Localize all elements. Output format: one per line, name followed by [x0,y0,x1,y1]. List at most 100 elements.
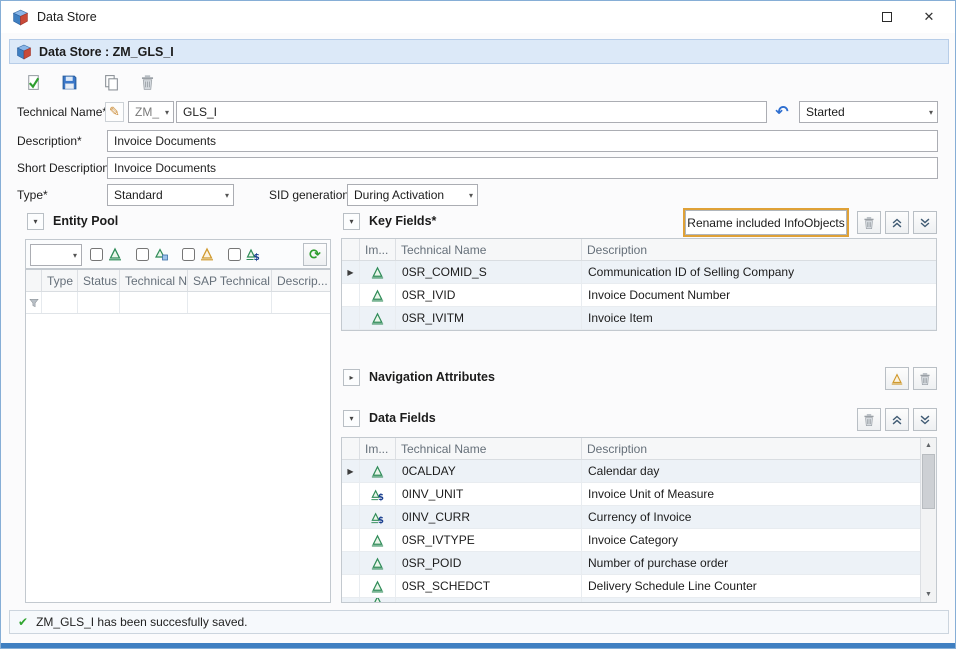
table-row[interactable]: 0SR_POID Number of purchase order [342,552,936,575]
table-row[interactable]: 0SR_SCHEDCT Delivery Schedule Line Count… [342,575,936,598]
delete-button[interactable] [133,69,161,95]
filter-cell[interactable] [78,292,120,313]
data-fields-move-down-button[interactable] [913,408,937,431]
filter-cell[interactable] [120,292,188,313]
column-header-sap-technical-name[interactable]: SAP Technical ... [188,270,272,291]
column-header-technical-name[interactable]: Technical N... [120,270,188,291]
trash-icon [862,413,876,427]
technical-name-cell: 0CALDAY [396,460,582,482]
titlebar: Data Store ✕ [1,1,955,33]
activate-button[interactable] [19,69,47,95]
trash-icon [862,216,876,230]
filter-attribute-checkbox[interactable] [182,248,195,261]
column-header-selector[interactable] [342,239,360,260]
sid-generation-select[interactable]: During Activation ▾ [347,184,478,206]
column-header-status[interactable]: Status [78,270,120,291]
key-fields-move-up-button[interactable] [885,211,909,234]
save-icon [61,74,78,91]
row-selector-icon: ▶ [347,268,353,277]
type-label: Type* [17,184,48,206]
object-state-select[interactable]: Started ▾ [799,101,938,123]
table-row[interactable]: ▶ 0SR_COMID_S Communication ID of Sellin… [342,261,936,284]
column-header-selector[interactable] [26,270,42,291]
scroll-down-button[interactable]: ▼ [921,587,936,602]
column-header-im[interactable]: Im... [360,438,396,459]
column-header-description[interactable]: Description [582,239,936,260]
description-cell: Invoice Item [582,307,936,329]
scrollbar-thumb[interactable] [922,454,935,509]
funnel-icon [28,297,40,309]
entity-pool-title: Entity Pool [53,214,118,228]
table-row[interactable]: 0SR_IVTYPE Invoice Category [342,529,936,552]
characteristic-icon [370,288,385,303]
data-fields-grid-header: Im... Technical Name Description [342,438,936,460]
filter-cell[interactable] [42,292,78,313]
close-icon: ✕ [924,9,935,25]
trash-icon [918,372,932,386]
characteristic-icon [370,579,385,594]
close-button[interactable]: ✕ [909,2,949,32]
technical-name-cell: 0SR_COMID_S [396,261,582,283]
column-header-technical-name[interactable]: Technical Name [396,239,582,260]
table-row[interactable]: 0SR_IVITM Invoice Item [342,307,936,330]
save-button[interactable] [55,69,83,95]
column-header-description[interactable]: Description [582,438,936,459]
short-description-input[interactable] [107,157,938,179]
data-fields-move-up-button[interactable] [885,408,909,431]
navigation-attributes-delete-button[interactable] [913,367,937,390]
table-row[interactable]: 0INV_CURR Currency of Invoice [342,506,936,529]
copy-button[interactable] [97,69,125,95]
description-input[interactable] [107,130,938,152]
undo-button[interactable]: ↶ [770,101,794,123]
scroll-up-button[interactable]: ▲ [921,438,936,453]
activate-check-icon [25,74,42,91]
technical-name-input[interactable] [176,101,767,123]
table-row[interactable]: 0INV_UNIT Invoice Unit of Measure [342,483,936,506]
attribute-icon [890,372,904,386]
entity-pool-filter-select[interactable]: ▾ [30,244,82,266]
data-fields-delete-button[interactable] [857,408,881,431]
edit-name-button[interactable]: ✎ [105,102,124,122]
key-fields-move-down-button[interactable] [913,211,937,234]
refresh-button[interactable]: ⟳ [303,243,327,266]
rename-included-infoobjects-button[interactable]: Rename included InfoObjects [685,210,847,235]
key-fields-title: Key Fields* [369,214,436,228]
filter-keyfigure-checkbox[interactable] [228,248,241,261]
name-prefix-select[interactable]: ZM_ ▾ [128,101,174,123]
add-navigation-attribute-button[interactable] [885,367,909,390]
entity-pool-collapse-button[interactable]: ▾ [27,213,44,230]
column-header-selector[interactable] [342,438,360,459]
chevron-down-icon: ▾ [73,251,77,260]
characteristic-icon [370,598,385,603]
technical-name-label: Technical Name* [17,101,107,123]
filter-cell[interactable] [272,292,330,313]
data-fields-grid: Im... Technical Name Description ▶ 0CALD… [341,437,937,603]
navigation-attributes-expand-button[interactable]: ▸ [343,369,360,386]
description-cell: Currency of Invoice [582,506,936,528]
data-store-window: Data Store ✕ Data Store : ZM_GLS_I Techn… [0,0,956,649]
characteristic-icon [370,265,385,280]
technical-name-cell: 0SR_IVITM [396,307,582,329]
chevron-down-icon: ▾ [349,414,353,423]
window-bottom-border [1,643,955,648]
column-header-type[interactable]: Type [42,270,78,291]
key-fields-grid-header: Im... Technical Name Description [342,239,936,261]
maximize-button[interactable] [867,2,907,32]
filter-cell[interactable] [188,292,272,313]
table-row[interactable]: 0SR_IVID Invoice Document Number [342,284,936,307]
vertical-scrollbar[interactable]: ▲ ▼ [920,438,936,602]
type-select[interactable]: Standard ▾ [107,184,234,206]
double-chevron-down-icon [918,216,932,230]
entity-pool-toolbar: ▾ ⟳ [25,239,331,269]
data-fields-collapse-button[interactable]: ▾ [343,410,360,427]
key-fields-delete-button[interactable] [857,211,881,234]
column-header-im[interactable]: Im... [360,239,396,260]
filter-infoarea-checkbox[interactable] [90,248,103,261]
pencil-icon: ✎ [109,104,120,120]
table-row[interactable]: ▶ 0CALDAY Calendar day [342,460,936,483]
column-header-technical-name[interactable]: Technical Name [396,438,582,459]
key-fields-collapse-button[interactable]: ▾ [343,213,360,230]
filter-cell[interactable] [26,292,42,313]
column-header-description[interactable]: Descrip... [272,270,330,291]
filter-characteristic-checkbox[interactable] [136,248,149,261]
